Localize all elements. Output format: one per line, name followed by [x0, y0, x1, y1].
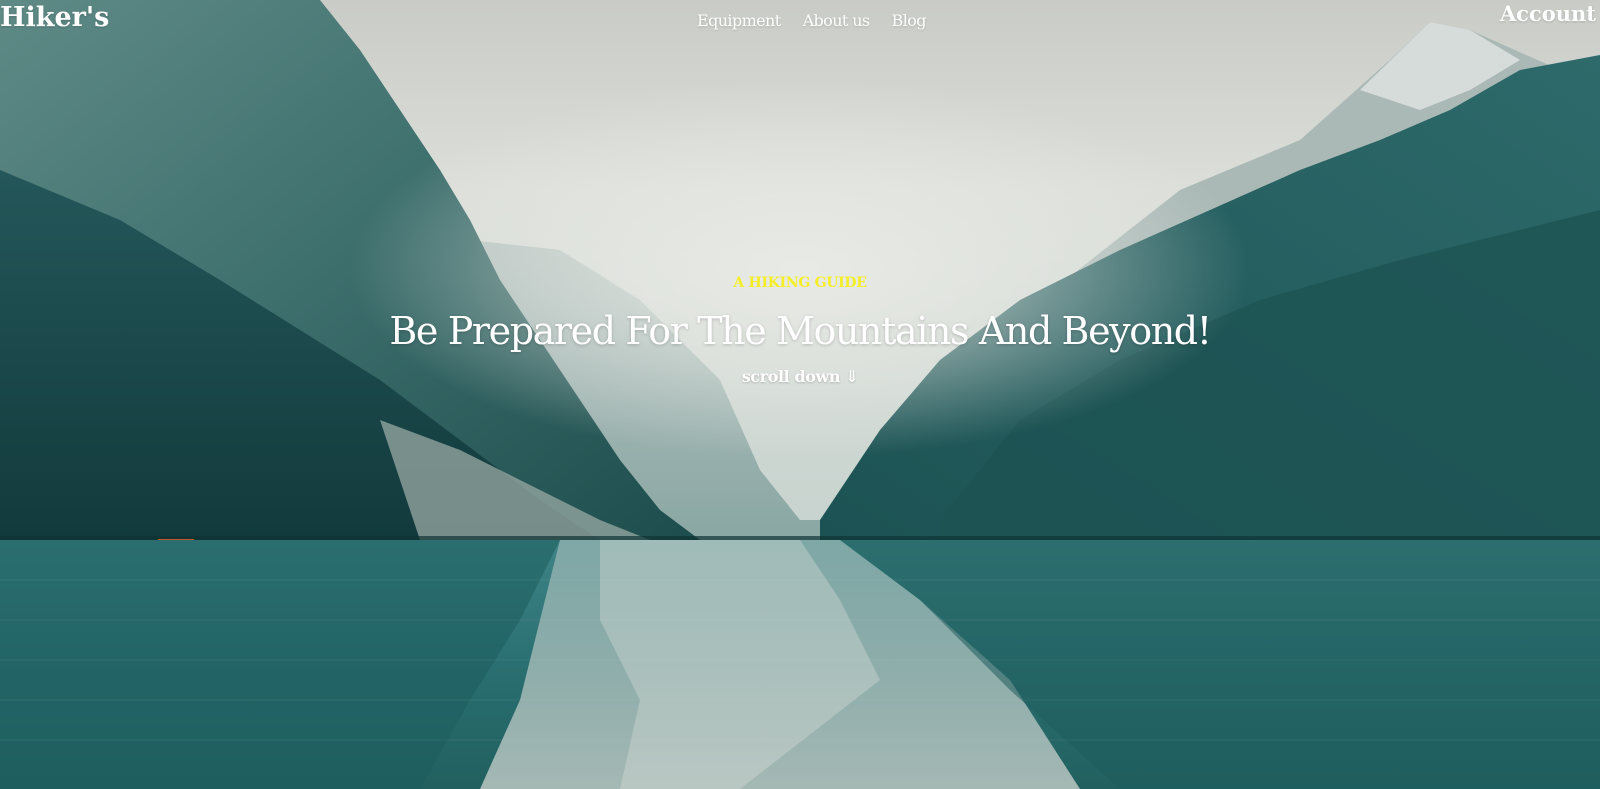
nav-item-equipment[interactable]: Equipment [697, 11, 781, 30]
site-logo[interactable]: Hiker's [0, 2, 109, 33]
hero-eyebrow: A HIKING GUIDE [733, 275, 867, 291]
hero-headline: Be Prepared For The Mountains And Beyond… [389, 309, 1212, 353]
landing-page: Hiker's Equipment About us Blog Account … [0, 0, 1600, 789]
main-nav: Equipment About us Blog [697, 11, 948, 30]
hero-section: A HIKING GUIDE Be Prepared For The Mount… [0, 275, 1600, 386]
nav-item-blog[interactable]: Blog [892, 11, 927, 30]
account-link[interactable]: Account [1500, 1, 1596, 26]
hero-background-image [0, 0, 1600, 789]
scroll-down-link[interactable]: scroll down ⇓ [742, 367, 859, 386]
nav-item-about-us[interactable]: About us [803, 11, 871, 30]
